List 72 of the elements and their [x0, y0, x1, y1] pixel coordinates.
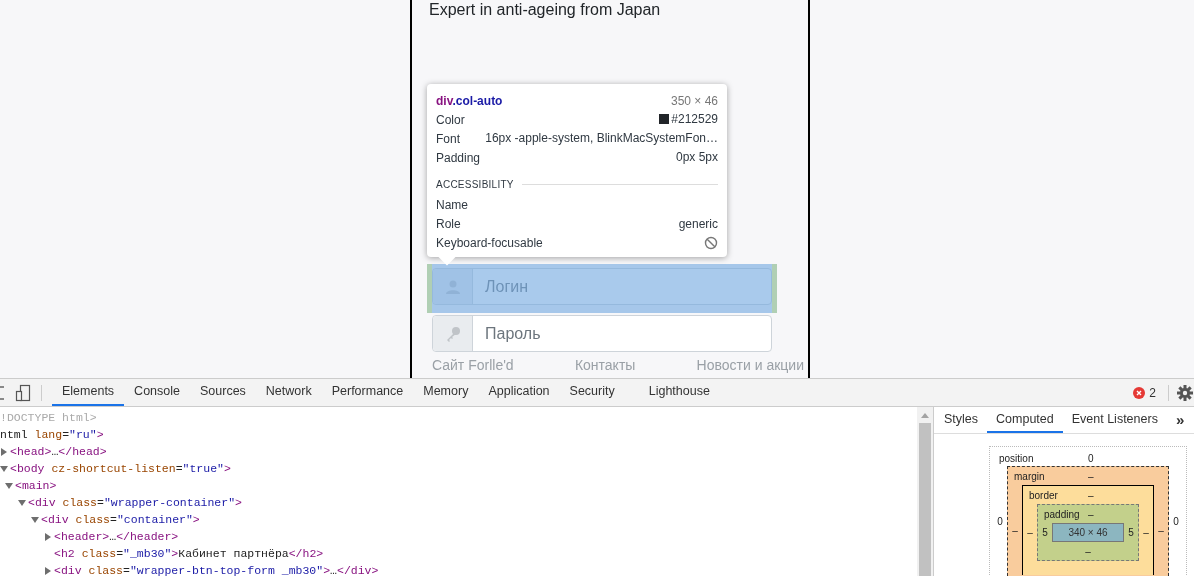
property-value: generic	[678, 216, 718, 233]
dom-node[interactable]: <main>	[15, 477, 57, 494]
collapsed-arrow-icon[interactable]	[44, 566, 52, 575]
property-label: Keyboard-focusable	[436, 235, 543, 252]
box-value: 0	[1172, 514, 1180, 529]
settings-icon[interactable]	[1177, 384, 1193, 401]
input-field[interactable]: Логин	[432, 268, 772, 305]
devtools-tab[interactable]: Security	[559, 379, 625, 406]
box-value: –	[1088, 507, 1094, 522]
dom-node[interactable]: <div class="wrapper-btn-top-form _mb30">…</div>	[54, 562, 379, 576]
not-allowed-icon	[704, 236, 718, 250]
more-tabs-button[interactable]: »	[1166, 407, 1194, 433]
devtools-tab[interactable]: Console	[124, 379, 190, 406]
expanded-arrow-icon[interactable]	[31, 515, 39, 524]
property-label: Padding	[436, 150, 481, 165]
box-content-size: 340 × 46	[1052, 523, 1124, 542]
property-label: Name	[436, 197, 468, 214]
text-input[interactable]: Логин	[473, 269, 771, 304]
expanded-arrow-icon[interactable]	[0, 464, 8, 473]
input-field[interactable]: Пароль	[432, 315, 772, 352]
dom-node[interactable]: <h2 class="_mb30">Кабинет партнёра</h2>	[54, 545, 324, 562]
element-size: 350 × 46	[670, 93, 718, 108]
box-value: 5	[1127, 526, 1135, 540]
property-label: Font	[436, 131, 460, 146]
text-input[interactable]: Пароль	[473, 316, 771, 351]
dom-node[interactable]: <div class="container">	[41, 511, 200, 528]
collapsed-arrow-icon[interactable]	[44, 532, 52, 541]
dom-node[interactable]: <div class="wrapper-container">	[28, 494, 242, 511]
box-value: 5	[1041, 526, 1049, 540]
devtools-tab[interactable]: Application	[478, 379, 560, 406]
sidebar-tab[interactable]: Event Listeners	[1062, 407, 1167, 433]
expanded-arrow-icon[interactable]	[5, 481, 13, 490]
devtools-tab[interactable]: Lighthouse	[638, 379, 720, 406]
expanded-arrow-icon[interactable]	[18, 498, 26, 507]
devtools-tab[interactable]: Memory	[413, 379, 479, 406]
dom-node[interactable]: <head>…</head>	[10, 443, 107, 460]
dom-node[interactable]: <body cz-shortcut-listen="true">	[10, 460, 231, 477]
collapsed-arrow-icon[interactable]	[0, 447, 8, 456]
scrollbar[interactable]	[917, 407, 933, 576]
box-label: padding	[1043, 507, 1081, 522]
box-value: –	[1084, 544, 1092, 559]
dom-node[interactable]: ntml lang="ru">	[0, 426, 104, 443]
box-value: 0	[996, 514, 1004, 529]
devtools-tab[interactable]: Sources	[190, 379, 256, 406]
property-label: Role	[436, 216, 461, 233]
sidebar-tab[interactable]: Computed	[987, 407, 1063, 433]
property-label: Color	[436, 112, 465, 127]
property-value: 16px -apple-system, BlinkMacSystemFon…	[485, 130, 718, 147]
device-toolbar-icon[interactable]	[15, 383, 31, 402]
box-value: –	[1088, 488, 1094, 503]
tagline: Expert in anti-ageing from Japan	[429, 0, 662, 20]
box-value: –	[1088, 469, 1094, 484]
box-value: –	[1026, 526, 1034, 540]
box-value: –	[1157, 523, 1165, 538]
property-value: #212529	[671, 111, 718, 128]
sidebar-tab[interactable]: Styles	[935, 407, 988, 433]
dom-node[interactable]: <header>…</header>	[54, 528, 179, 545]
error-icon	[1133, 386, 1146, 399]
devtools-tab[interactable]: Elements	[52, 379, 125, 406]
error-counter[interactable]: 2	[1129, 379, 1160, 406]
box-value: –	[1142, 526, 1150, 540]
box-value: –	[1011, 523, 1019, 538]
box-value: 0	[1088, 451, 1094, 466]
devtools-tab[interactable]: Performance	[321, 379, 414, 406]
element-selector: div.col-auto	[436, 93, 503, 108]
box-label: border	[1028, 488, 1059, 503]
devtools-tab[interactable]: Network	[255, 379, 322, 406]
section-heading: ACCESSIBILITY	[436, 178, 514, 192]
box-label: position	[998, 451, 1035, 466]
color-swatch	[659, 114, 670, 124]
property-value: 0px 5px	[675, 149, 718, 166]
box-label: margin	[1013, 469, 1046, 484]
